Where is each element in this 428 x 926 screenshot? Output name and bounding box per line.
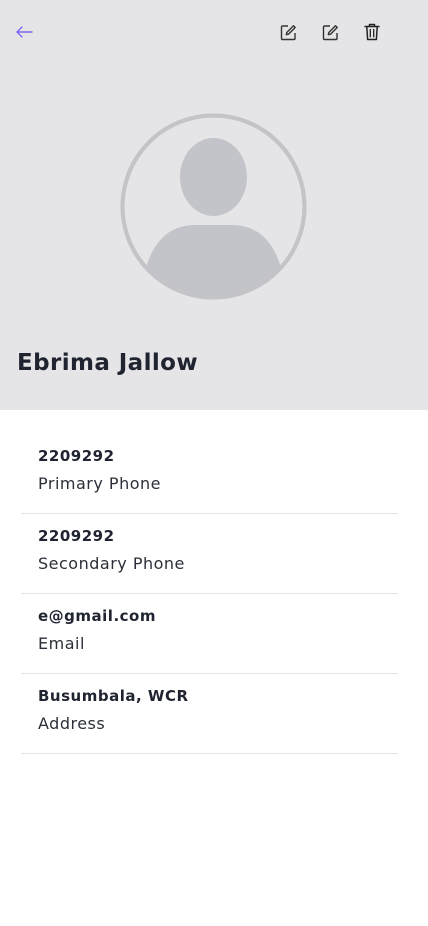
secondary-phone-label: Secondary Phone bbox=[38, 554, 185, 573]
edit-button-secondary[interactable] bbox=[318, 20, 342, 44]
contact-name: Ebrima Jallow bbox=[17, 350, 198, 376]
trash-icon bbox=[364, 23, 380, 41]
primary-phone-value: 2209292 bbox=[38, 447, 115, 465]
arrow-left-icon bbox=[15, 25, 33, 39]
person-placeholder-icon bbox=[120, 113, 307, 300]
primary-phone-label: Primary Phone bbox=[38, 474, 161, 493]
secondary-phone-value: 2209292 bbox=[38, 527, 115, 545]
address-value: Busumbala, WCR bbox=[38, 687, 189, 705]
contact-details-list: 2209292 Primary Phone 2209292 Secondary … bbox=[21, 434, 398, 754]
edit-icon bbox=[322, 24, 339, 41]
email-label: Email bbox=[38, 634, 85, 653]
detail-row-email[interactable]: e@gmail.com Email bbox=[21, 594, 398, 674]
address-label: Address bbox=[38, 714, 106, 733]
detail-row-address[interactable]: Busumbala, WCR Address bbox=[21, 674, 398, 754]
email-value: e@gmail.com bbox=[38, 607, 156, 625]
edit-icon bbox=[280, 24, 297, 41]
detail-row-secondary-phone[interactable]: 2209292 Secondary Phone bbox=[21, 514, 398, 594]
back-button[interactable] bbox=[12, 20, 36, 44]
contact-header: Ebrima Jallow bbox=[0, 0, 428, 410]
detail-row-primary-phone[interactable]: 2209292 Primary Phone bbox=[21, 434, 398, 514]
delete-button[interactable] bbox=[360, 20, 384, 44]
edit-button[interactable] bbox=[276, 20, 300, 44]
avatar bbox=[120, 113, 307, 300]
